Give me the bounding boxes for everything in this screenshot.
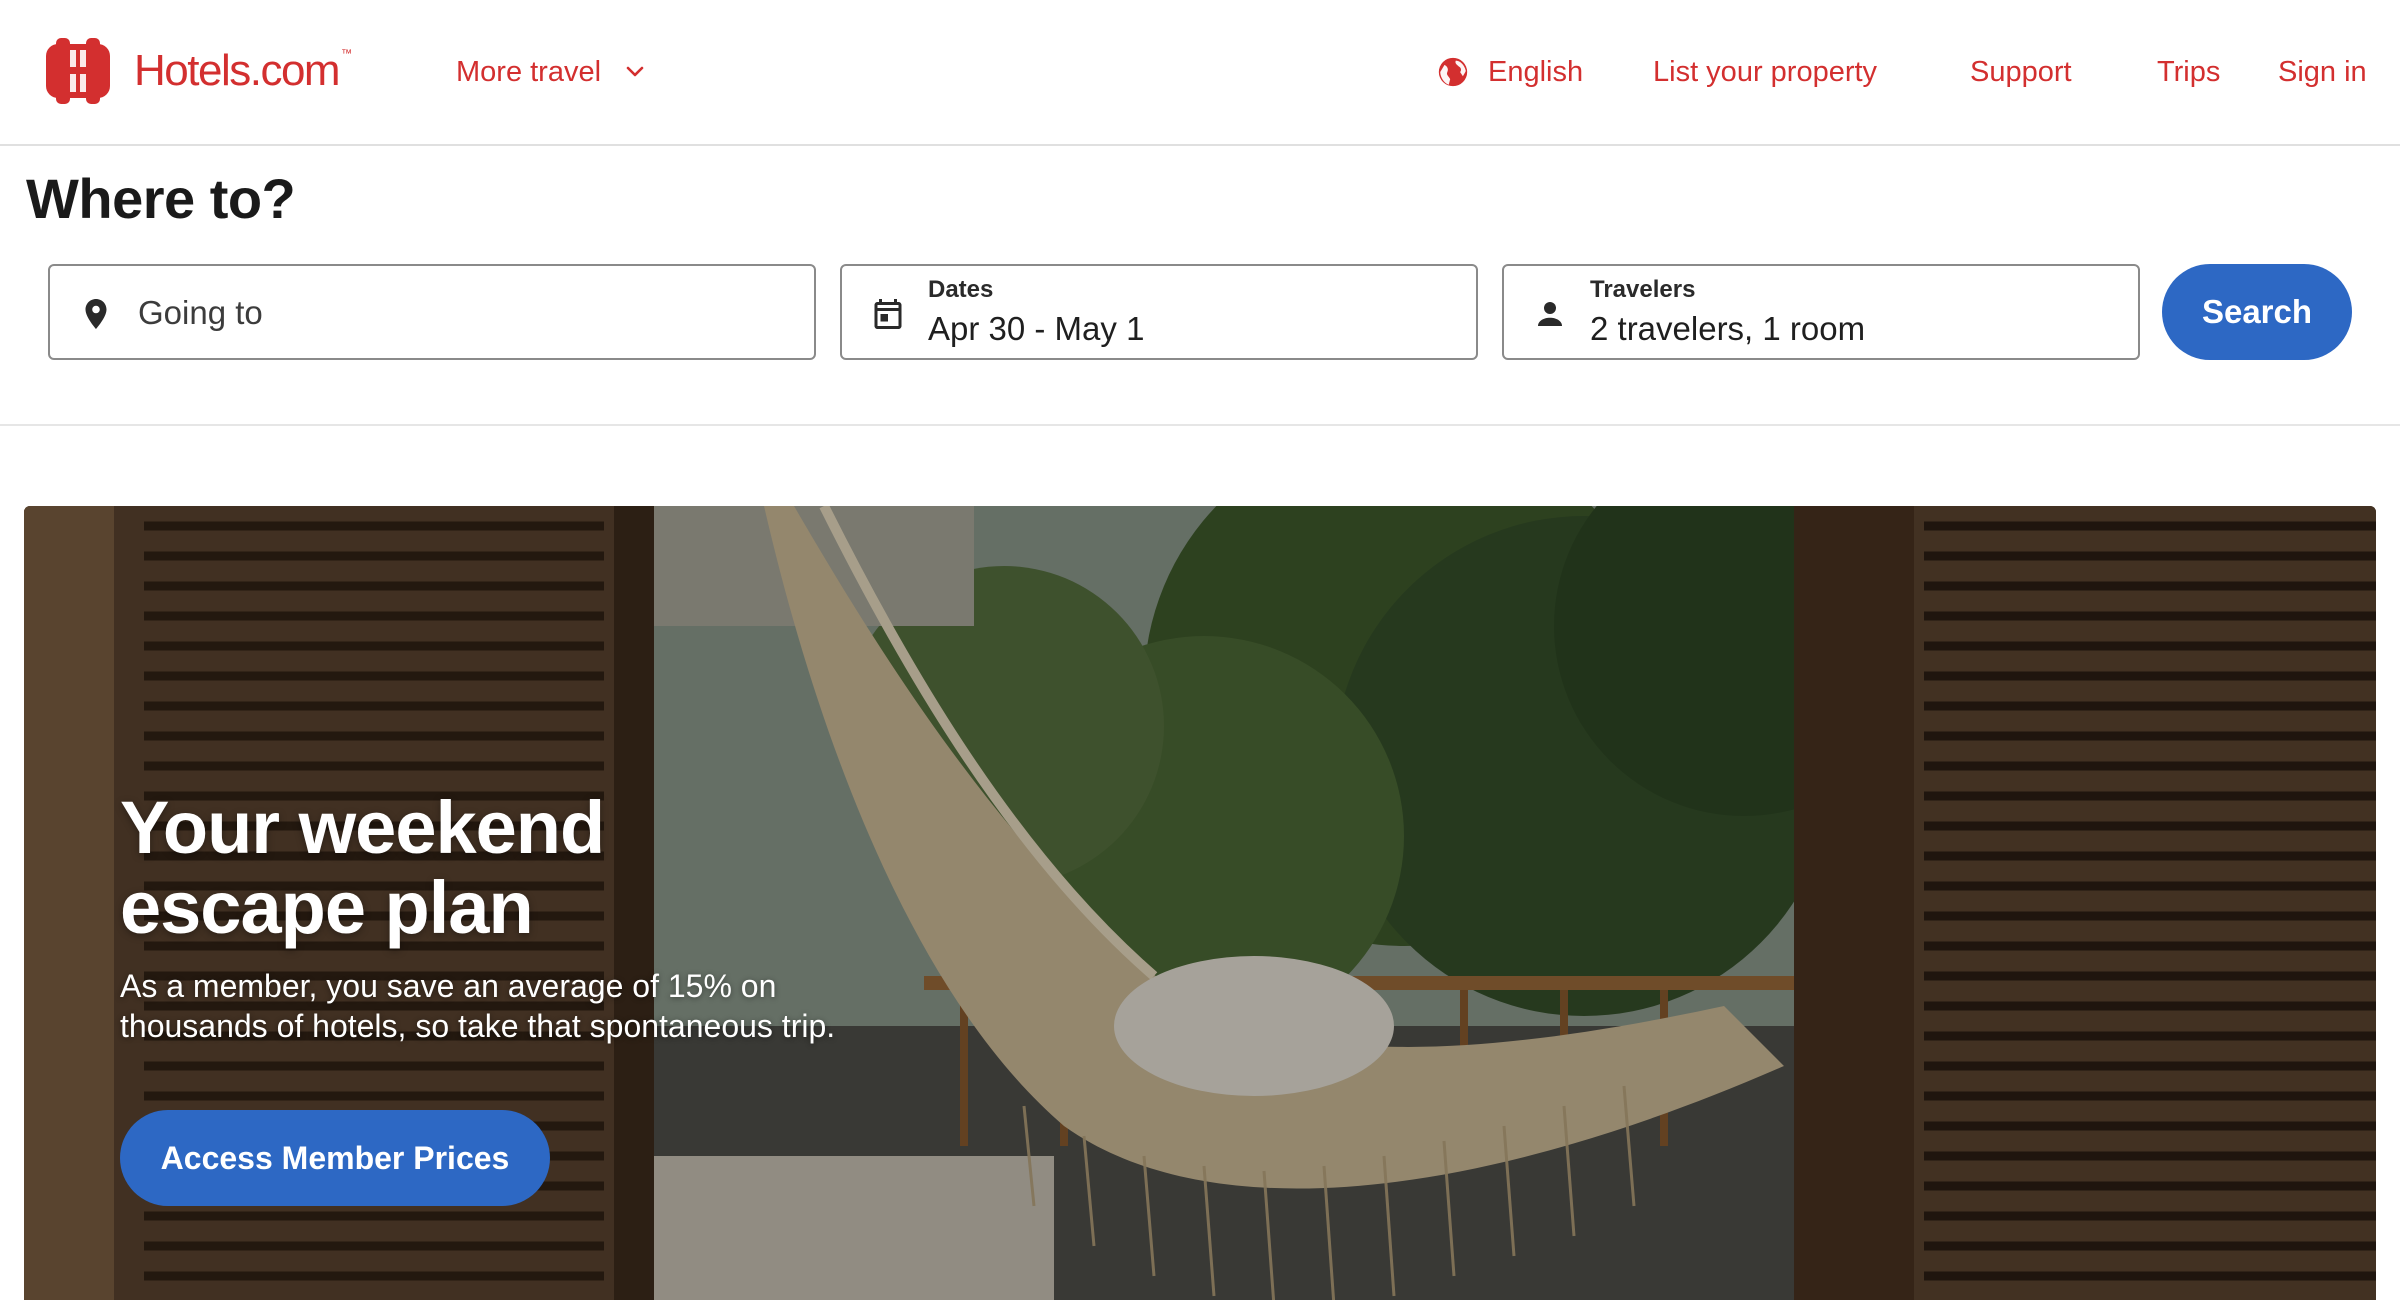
- hero-title: Your weekend escape plan: [120, 786, 605, 949]
- dates-value: Apr 30 - May 1: [928, 310, 1145, 347]
- brand-logo[interactable]: Hotels.com ™: [46, 38, 352, 104]
- support-link[interactable]: Support: [1970, 52, 2072, 92]
- hero-description: As a member, you save an average of 15% …: [120, 968, 836, 1044]
- globe-icon: [1438, 57, 1468, 87]
- sign-in-link[interactable]: Sign in: [2278, 52, 2367, 92]
- more-travel-menu[interactable]: More travel: [456, 52, 647, 92]
- dates-field[interactable]: Dates Apr 30 - May 1: [840, 264, 1478, 360]
- page-title: Where to?: [26, 167, 296, 230]
- calendar-icon: [874, 299, 902, 329]
- chevron-down-icon: [626, 66, 644, 77]
- list-property-link[interactable]: List your property: [1653, 52, 1877, 92]
- dates-label: Dates: [928, 276, 994, 303]
- trips-link[interactable]: Trips: [2157, 52, 2220, 92]
- person-icon: [1538, 302, 1562, 326]
- language-selector[interactable]: English: [1436, 52, 1583, 92]
- travelers-value: 2 travelers, 1 room: [1590, 310, 1866, 347]
- travelers-field[interactable]: Travelers 2 travelers, 1 room: [1502, 264, 2140, 360]
- destination-placeholder: Going to: [138, 294, 263, 331]
- hero-banner: Your weekend escape plan As a member, yo…: [24, 506, 2376, 1300]
- search-form: Where to? Going to Dates Apr 30 - May 1 …: [0, 146, 2400, 426]
- hotels-logo-icon: [46, 38, 110, 104]
- travelers-label: Travelers: [1590, 276, 1696, 303]
- destination-input[interactable]: Going to: [48, 264, 816, 360]
- search-button[interactable]: Search: [2162, 264, 2352, 360]
- access-member-prices-button[interactable]: Access Member Prices: [120, 1110, 550, 1206]
- top-header: Hotels.com ™ More travel English List you…: [0, 0, 2400, 146]
- map-pin-icon: [85, 299, 107, 329]
- more-travel-label: More travel: [456, 56, 602, 88]
- language-label: English: [1488, 56, 1584, 88]
- brand-name: Hotels.com ™: [134, 46, 352, 95]
